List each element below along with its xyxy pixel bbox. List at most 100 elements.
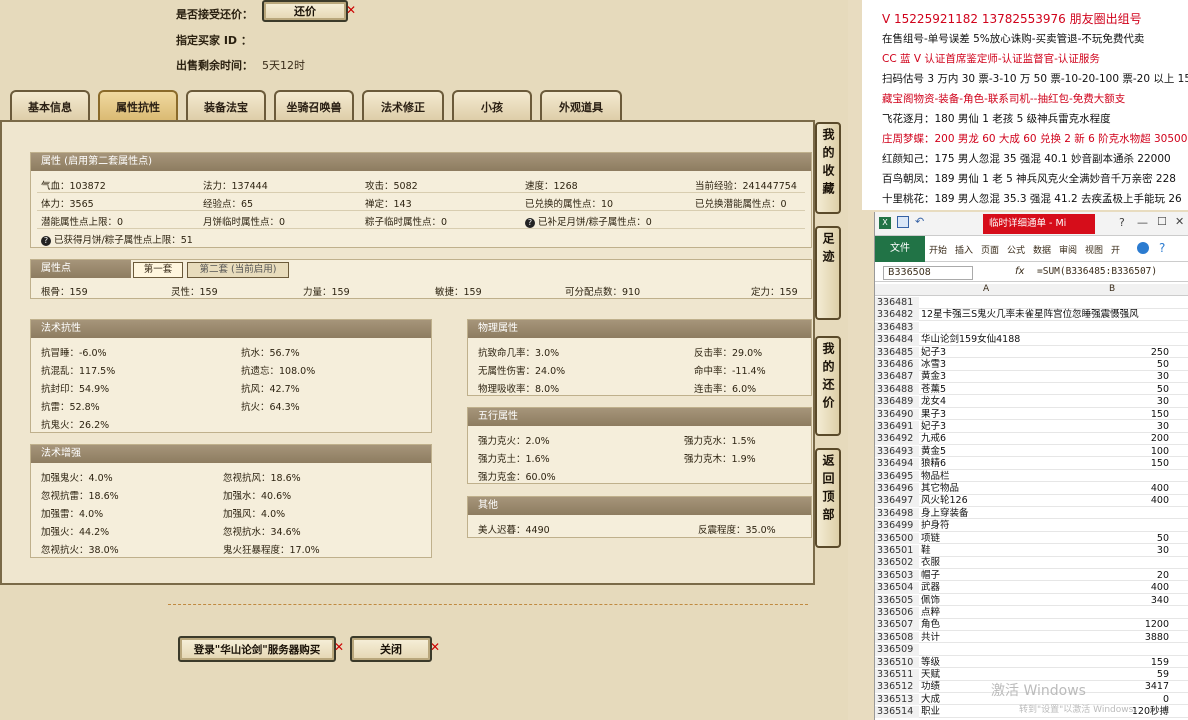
table-row[interactable]: 336503 帽子 20 (875, 569, 1188, 582)
cell-b[interactable]: 59 (1055, 669, 1169, 681)
table-row[interactable]: 336492 九戒6 200 (875, 433, 1188, 445)
cell-b[interactable]: 340 (1055, 595, 1169, 607)
cell-a[interactable]: 九戒6 (921, 433, 946, 445)
ribbon-more[interactable]: 开 (1111, 243, 1120, 256)
cell-a[interactable]: 项链 (921, 533, 940, 545)
table-row[interactable]: 336490 果子3 150 (875, 408, 1188, 421)
help-circle-icon[interactable]: ? (1159, 241, 1165, 255)
table-row[interactable]: 336483 (875, 321, 1188, 334)
tab-equipment[interactable]: 装备法宝 (186, 90, 266, 122)
cell-a[interactable]: 职业 (921, 706, 940, 718)
table-row[interactable]: 336502 衣服 (875, 557, 1188, 569)
formula-input[interactable]: =SUM(B336485:B336507) (1037, 266, 1157, 277)
table-row[interactable]: 336484 华山论剑159女仙4188 (875, 334, 1188, 346)
points-tab-second[interactable]: 第二套 (当前启用) (187, 262, 289, 278)
cell-a[interactable]: 天赋 (921, 669, 940, 681)
tab-attributes-resist[interactable]: 属性抗性 (98, 90, 178, 122)
cell-b[interactable]: 30 (1055, 545, 1169, 557)
cell-a[interactable]: 狼精6 (921, 458, 946, 470)
table-row[interactable]: 336506 点粹 (875, 607, 1188, 619)
cell-a[interactable]: 大成 (921, 694, 940, 706)
cell-a[interactable]: 龙女4 (921, 396, 946, 408)
cell-a[interactable]: 佩饰 (921, 595, 940, 607)
table-row[interactable]: 336500 项链 50 (875, 532, 1188, 545)
cell-a[interactable]: 衣服 (921, 557, 940, 569)
ribbon-view[interactable]: 视图 (1085, 243, 1103, 256)
back-to-top-button[interactable]: 返回顶部 (815, 448, 841, 548)
sheet-grid[interactable]: 336481 336482 12星卡强三S鬼火几率未雀星阵宫位忽睡强震慑强风 3364… (875, 297, 1188, 720)
table-row[interactable]: 336489 龙女4 30 (875, 396, 1188, 408)
undo-icon[interactable]: ↶ (915, 215, 924, 228)
cell-a[interactable]: 鞋 (921, 545, 931, 557)
ribbon-page[interactable]: 页面 (981, 243, 999, 256)
cell-a[interactable]: 身上穿装备 (921, 508, 969, 520)
column-b-header[interactable]: B (1109, 284, 1115, 294)
table-row[interactable]: 336499 护身符 (875, 520, 1188, 532)
counter-offer-button[interactable]: 还价 (262, 0, 348, 22)
table-row[interactable]: 336481 (875, 297, 1188, 309)
table-row[interactable]: 336498 身上穿装备 (875, 507, 1188, 520)
cell-b[interactable]: 100 (1055, 446, 1169, 458)
cell-a[interactable]: 风火轮126 (921, 495, 968, 507)
points-tab-first[interactable]: 第一套 (133, 262, 183, 278)
cell-a[interactable]: 角色 (921, 619, 940, 631)
table-row[interactable]: 336508 共计 3880 (875, 631, 1188, 644)
cell-b[interactable]: 50 (1055, 384, 1169, 396)
cell-b[interactable]: 250 (1055, 347, 1169, 359)
cell-a[interactable]: 12星卡强三S鬼火几率未雀星阵宫位忽睡强震慑强风 (921, 309, 1139, 321)
cell-a[interactable]: 果子3 (921, 409, 946, 421)
cell-b[interactable]: 50 (1055, 359, 1169, 371)
help-icon[interactable]: ? (1119, 216, 1125, 229)
table-row[interactable]: 336497 风火轮126 400 (875, 495, 1188, 507)
name-box[interactable]: B336508 (883, 266, 973, 280)
cell-a[interactable]: 苍薰5 (921, 384, 946, 396)
cell-b[interactable]: 3880 (1055, 632, 1169, 644)
ribbon-formula[interactable]: 公式 (1007, 243, 1025, 256)
tab-children[interactable]: 小孩 (452, 90, 532, 122)
table-row[interactable]: 336510 等级 159 (875, 656, 1188, 669)
cell-b[interactable]: 159 (1055, 657, 1169, 669)
tab-appearance[interactable]: 外观道具 (540, 90, 622, 122)
cell-b[interactable]: 30 (1055, 371, 1169, 383)
cell-a[interactable]: 物品栏 (921, 471, 950, 483)
maximize-icon[interactable]: ☐ (1157, 215, 1167, 228)
table-row[interactable]: 336507 角色 1200 (875, 619, 1188, 631)
table-row[interactable]: 336486 冰雪3 50 (875, 359, 1188, 371)
cell-a[interactable]: 黄金3 (921, 371, 946, 383)
minimize-icon[interactable]: — (1137, 216, 1148, 229)
cell-a[interactable]: 冰雪3 (921, 359, 946, 371)
table-row[interactable]: 336501 鞋 30 (875, 545, 1188, 557)
cell-b[interactable]: 30 (1055, 421, 1169, 433)
smiley-icon[interactable] (1137, 242, 1149, 254)
tab-spell-modify[interactable]: 法术修正 (362, 90, 444, 122)
cell-a[interactable]: 护身符 (921, 520, 950, 532)
table-row[interactable]: 336511 天赋 59 (875, 669, 1188, 681)
table-row[interactable]: 336491 妃子3 30 (875, 421, 1188, 433)
cell-a[interactable]: 共计 (921, 632, 940, 644)
table-row[interactable]: 336482 12星卡强三S鬼火几率未雀星阵宫位忽睡强震慑强风 (875, 309, 1188, 321)
ribbon-insert[interactable]: 插入 (955, 243, 973, 256)
cell-b[interactable]: 150 (1055, 458, 1169, 470)
table-row[interactable]: 336488 苍薰5 50 (875, 383, 1188, 396)
close-button[interactable]: 关闭 (350, 636, 432, 662)
table-row[interactable]: 336493 黄金5 100 (875, 445, 1188, 458)
table-row[interactable]: 336496 其它物品 400 (875, 483, 1188, 495)
cell-a[interactable]: 点粹 (921, 607, 940, 619)
close-icon[interactable]: ✕ (1175, 215, 1184, 228)
ribbon-data[interactable]: 数据 (1033, 243, 1051, 256)
cell-a[interactable]: 妃子3 (921, 421, 946, 433)
tab-basic-info[interactable]: 基本信息 (10, 90, 90, 122)
cell-b[interactable]: 1200 (1055, 619, 1169, 631)
login-server-buy-button[interactable]: 登录"华山论剑"服务器购买 (178, 636, 336, 662)
cell-b[interactable]: 400 (1055, 495, 1169, 507)
cell-a[interactable]: 帽子 (921, 570, 940, 582)
cell-b[interactable]: 30 (1055, 396, 1169, 408)
ribbon-review[interactable]: 审阅 (1059, 243, 1077, 256)
footprint-button[interactable]: 足迹 (815, 226, 841, 320)
cell-a[interactable]: 华山论剑159女仙4188 (921, 334, 1020, 346)
table-row[interactable]: 336509 (875, 644, 1188, 656)
column-a-header[interactable]: A (983, 284, 989, 294)
cell-a[interactable]: 等级 (921, 657, 940, 669)
tab-mounts-pets[interactable]: 坐骑召唤兽 (274, 90, 354, 122)
cell-b[interactable]: 150 (1055, 409, 1169, 421)
